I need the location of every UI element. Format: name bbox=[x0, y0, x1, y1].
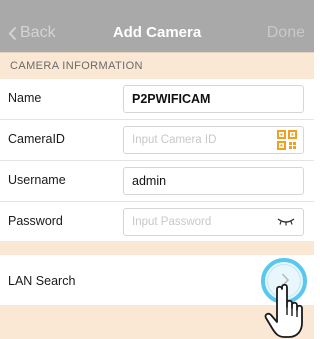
section-spacer bbox=[0, 241, 314, 255]
password-label: Password bbox=[8, 214, 63, 228]
name-value: P2PWIFICAM bbox=[132, 92, 211, 106]
section-header-label: CAMERA INFORMATION bbox=[10, 60, 143, 72]
hand-pointer-icon bbox=[264, 283, 303, 338]
section-header: CAMERA INFORMATION bbox=[0, 52, 314, 79]
nav-bar: Back Add Camera Done bbox=[0, 0, 314, 60]
username-label: Username bbox=[8, 173, 66, 187]
name-field[interactable]: P2PWIFICAM bbox=[123, 85, 304, 113]
qr-code-icon[interactable] bbox=[277, 130, 297, 150]
camera-id-placeholder: Input Camera ID bbox=[132, 134, 217, 146]
username-value: admin bbox=[132, 174, 167, 188]
username-row: Username admin bbox=[0, 161, 314, 201]
done-button[interactable]: Done bbox=[267, 24, 305, 42]
camera-id-label: CameraID bbox=[8, 132, 65, 146]
eye-closed-icon[interactable] bbox=[277, 218, 295, 226]
username-field[interactable]: admin bbox=[123, 167, 304, 195]
password-field[interactable]: Input Password bbox=[123, 208, 304, 236]
name-label: Name bbox=[8, 91, 42, 105]
lan-search-label: LAN Search bbox=[8, 274, 76, 288]
name-row: Name P2PWIFICAM bbox=[0, 79, 314, 119]
camera-id-field[interactable]: Input Camera ID bbox=[123, 126, 304, 154]
camera-id-row: CameraID Input Camera ID bbox=[0, 120, 314, 160]
password-row: Password Input Password bbox=[0, 202, 314, 242]
camera-form: Name P2PWIFICAM CameraID Input Camera ID bbox=[0, 79, 314, 241]
password-placeholder: Input Password bbox=[132, 216, 212, 228]
